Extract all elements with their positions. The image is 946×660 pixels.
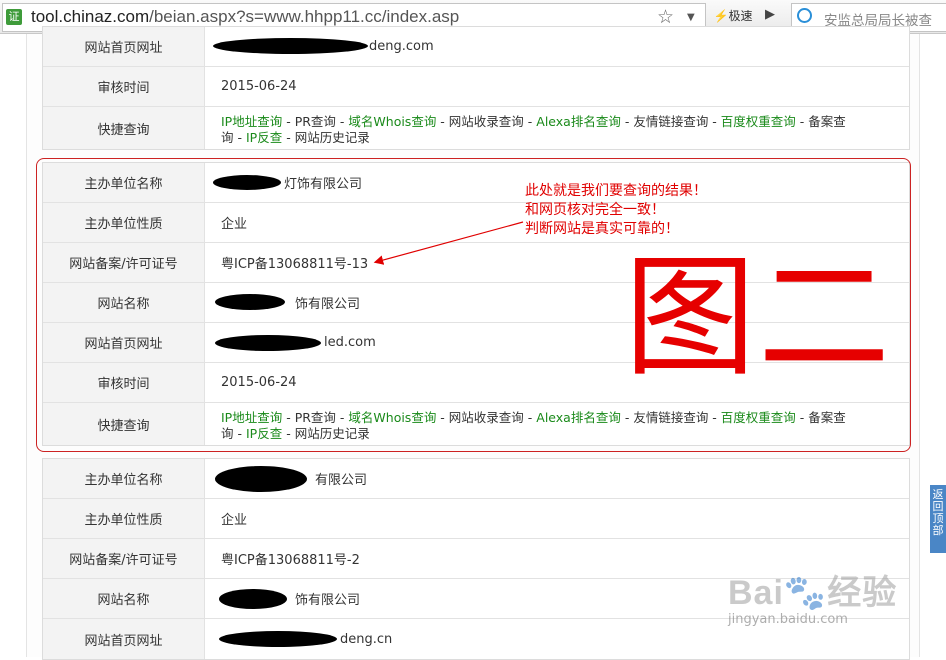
watermark-main: Bai <box>728 574 784 612</box>
baidu-jingyan-watermark: Bai🐾经验 jingyan.baidu.com <box>728 565 898 627</box>
figure-label-char-2: 二 <box>758 241 890 395</box>
back-to-top-button[interactable]: 返回顶部 <box>930 485 946 553</box>
watermark-tail: 经验 <box>827 574 898 612</box>
watermark-domain: jingyan.baidu.com <box>728 612 848 627</box>
figure-label-char-1: 图 <box>624 241 756 395</box>
paw-icon: 🐾 <box>783 574 828 612</box>
